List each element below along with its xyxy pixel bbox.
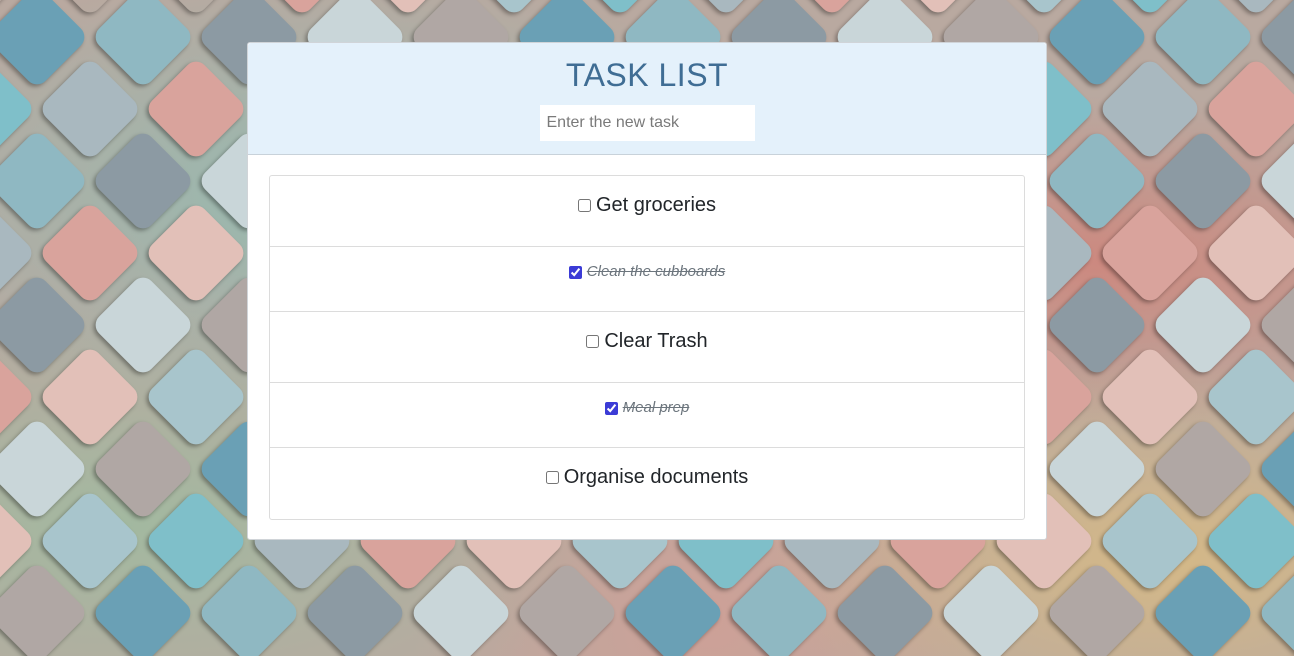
task-item: Get groceries <box>270 176 1024 247</box>
task-list: Get groceries Clean the cubboards Clear … <box>269 175 1025 520</box>
card-header: TASK LIST <box>248 43 1046 155</box>
task-item: Organise documents <box>270 448 1024 519</box>
task-label: Get groceries <box>595 194 717 216</box>
task-label: Clear Trash <box>604 330 708 352</box>
task-item: Meal prep <box>270 383 1024 448</box>
task-checkbox[interactable] <box>577 198 591 212</box>
task-checkbox[interactable] <box>604 401 618 415</box>
task-card: TASK LIST Get groceries Clean the cubboa… <box>247 42 1047 540</box>
task-item: Clear Trash <box>270 312 1024 383</box>
page-title: TASK LIST <box>565 57 729 93</box>
task-checkbox[interactable] <box>545 470 559 484</box>
task-checkbox[interactable] <box>586 334 600 348</box>
task-checkbox[interactable] <box>568 265 582 279</box>
task-item: Clean the cubboards <box>270 247 1024 312</box>
task-label: Clean the cubboards <box>586 263 726 280</box>
task-label: Meal prep <box>622 399 690 416</box>
task-label: Organise documents <box>563 466 749 488</box>
new-task-input[interactable] <box>539 105 755 141</box>
